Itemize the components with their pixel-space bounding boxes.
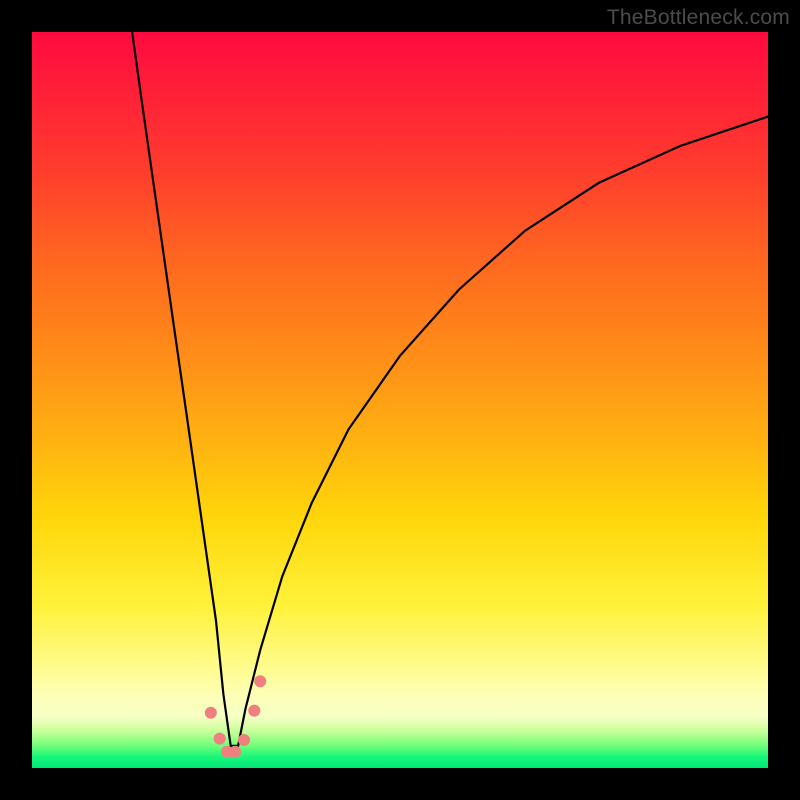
chart-frame: TheBottleneck.com — [0, 0, 800, 800]
sweet-spot-marker — [229, 746, 241, 758]
sweet-spot-marker — [238, 734, 250, 746]
bottleneck-curve-line — [132, 32, 768, 746]
sweet-spot-marker — [248, 705, 260, 717]
watermark-text: TheBottleneck.com — [607, 6, 790, 30]
curve-layer — [32, 32, 768, 768]
plot-area — [32, 32, 768, 768]
sweet-spot-marker — [254, 675, 266, 687]
sweet-spot-marker — [214, 733, 226, 745]
sweet-spot-marker — [205, 707, 217, 719]
